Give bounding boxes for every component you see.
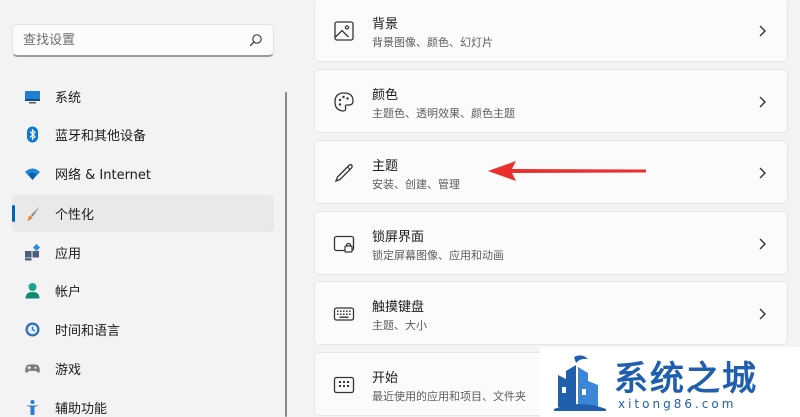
- sidebar-item-label: 网络 & Internet: [55, 168, 152, 183]
- sidebar-item-system[interactable]: 系统: [12, 78, 274, 115]
- chevron-right-icon: [759, 238, 766, 250]
- wifi-icon: [25, 168, 40, 180]
- start-menu-icon: [333, 376, 355, 394]
- card-background[interactable]: 背景 背景图像、颜色、幻灯片: [314, 0, 788, 62]
- sidebar-item-gaming[interactable]: 游戏: [12, 350, 274, 387]
- sidebar-item-label: 辅助功能: [55, 402, 108, 417]
- card-title: 颜色: [372, 88, 399, 103]
- gamepad-icon: [25, 364, 40, 373]
- annotation-arrow-icon: [488, 161, 646, 181]
- card-subtitle: 锁定屏幕图像、应用和动画: [372, 249, 504, 262]
- system-icon: [25, 91, 40, 104]
- account-icon: [25, 283, 40, 299]
- image-icon: [334, 21, 354, 41]
- card-subtitle: 主题色、透明效果、颜色主题: [372, 107, 515, 120]
- sidebar-item-accessibility[interactable]: 辅助功能: [12, 389, 274, 417]
- apps-icon: [25, 244, 41, 261]
- pen-icon: [334, 163, 353, 183]
- bluetooth-icon: [27, 126, 38, 143]
- search-input[interactable]: [23, 30, 233, 50]
- sidebar-scrollbar[interactable]: [285, 92, 287, 417]
- sidebar-item-label: 蓝牙和其他设备: [55, 129, 147, 144]
- chevron-right-icon: [759, 308, 766, 320]
- active-indicator: [12, 205, 15, 222]
- card-subtitle: 最近使用的应用和项目、文件夹: [372, 390, 526, 403]
- sidebar-item-label: 游戏: [55, 363, 82, 378]
- chevron-right-icon: [759, 96, 766, 108]
- card-colors[interactable]: 颜色 主题色、透明效果、颜色主题: [314, 69, 788, 133]
- sidebar-item-personalization[interactable]: 个性化: [12, 195, 274, 232]
- sidebar-item-label: 个性化: [55, 208, 95, 223]
- search-icon[interactable]: [249, 33, 263, 47]
- sidebar: 系统 蓝牙和其他设备 网络 & Internet 个性化: [0, 0, 290, 417]
- card-subtitle: 主题、大小: [372, 319, 427, 332]
- brush-icon: [27, 206, 40, 221]
- card-title: 触摸键盘: [372, 300, 425, 315]
- card-title: 开始: [372, 371, 399, 386]
- sidebar-item-time-language[interactable]: 时间和语言: [12, 311, 274, 348]
- chevron-right-icon: [759, 167, 766, 179]
- card-title: 背景: [372, 17, 399, 32]
- sidebar-item-accounts[interactable]: 帐户: [12, 272, 274, 309]
- card-touch-keyboard[interactable]: 触摸键盘 主题、大小: [314, 281, 788, 345]
- watermark-title: 系统之城: [614, 359, 758, 399]
- sidebar-item-label: 系统: [55, 91, 82, 106]
- watermark: 系统之城 xitong86.com: [540, 347, 800, 417]
- accessibility-icon: [26, 400, 39, 415]
- card-subtitle: 背景图像、颜色、幻灯片: [372, 36, 493, 49]
- sidebar-item-label: 时间和语言: [55, 324, 121, 339]
- card-title: 锁屏界面: [372, 230, 425, 245]
- time-language-icon: [25, 322, 40, 337]
- chevron-right-icon: [759, 25, 766, 37]
- sidebar-item-network[interactable]: 网络 & Internet: [12, 155, 274, 192]
- sidebar-item-label: 帐户: [55, 285, 82, 300]
- palette-icon: [334, 92, 354, 112]
- sidebar-item-apps[interactable]: 应用: [12, 234, 274, 271]
- card-lock-screen[interactable]: 锁屏界面 锁定屏幕图像、应用和动画: [314, 211, 788, 275]
- keyboard-icon: [333, 307, 355, 321]
- sidebar-item-label: 应用: [55, 247, 82, 262]
- castle-logo-icon: [554, 355, 606, 411]
- card-title: 主题: [372, 159, 399, 174]
- sidebar-item-bluetooth[interactable]: 蓝牙和其他设备: [12, 116, 274, 153]
- lock-screen-icon: [333, 235, 355, 253]
- watermark-url: xitong86.com: [618, 397, 737, 411]
- search-box[interactable]: [12, 24, 274, 57]
- card-subtitle: 安装、创建、管理: [372, 178, 460, 191]
